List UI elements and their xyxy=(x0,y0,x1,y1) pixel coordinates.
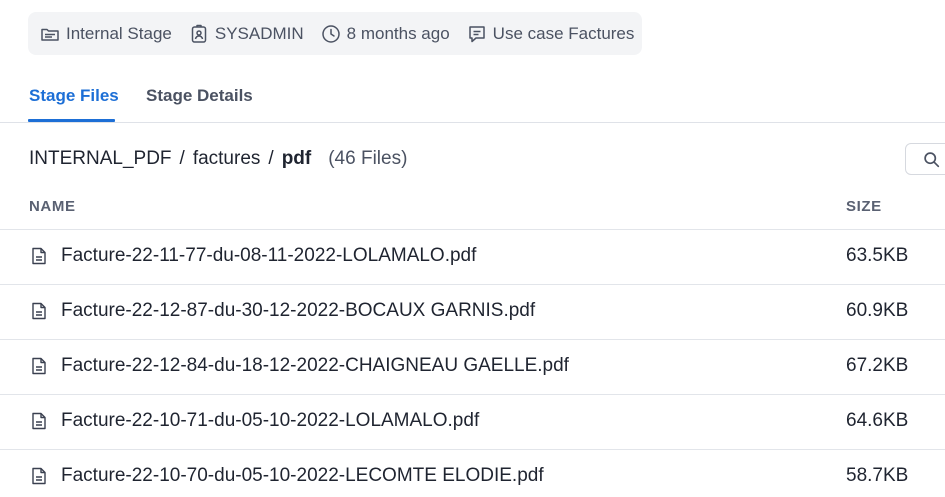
stage-browser: Internal Stage SYSADMIN 8 months ago Use… xyxy=(0,0,945,497)
breadcrumb-current-folder: pdf xyxy=(281,148,312,169)
stage-owner: SYSADMIN xyxy=(189,24,304,44)
table-row[interactable]: Facture-22-12-87-du-30-12-2022-BOCAUX GA… xyxy=(0,285,945,340)
file-icon xyxy=(32,467,46,485)
user-badge-icon xyxy=(191,24,207,43)
table-row[interactable]: Facture-22-12-84-du-18-12-2022-CHAIGNEAU… xyxy=(0,340,945,395)
stage-tabs: Stage Files Stage Details xyxy=(0,72,945,123)
file-icon xyxy=(32,412,46,430)
stage-comment-label: Use case Factures xyxy=(492,23,635,43)
tab-stage-details[interactable]: Stage Details xyxy=(146,86,253,106)
search-icon xyxy=(924,152,940,168)
file-name[interactable]: Facture-22-12-87-du-30-12-2022-BOCAUX GA… xyxy=(61,300,535,322)
breadcrumb-item-factures[interactable]: factures xyxy=(193,148,261,170)
active-tab-indicator xyxy=(28,119,115,122)
stage-icon xyxy=(41,28,59,41)
file-name[interactable]: Facture-22-11-77-du-08-11-2022-LOLAMALO.… xyxy=(61,245,476,267)
column-header-size[interactable]: SIZE xyxy=(846,198,882,215)
stage-type: Internal Stage xyxy=(40,24,172,44)
stage-type-label: Internal Stage xyxy=(66,23,172,43)
file-size: 67.2KB xyxy=(846,355,909,376)
file-icon xyxy=(32,357,46,375)
breadcrumb-item-internal-pdf[interactable]: INTERNAL_PDF xyxy=(29,148,172,170)
tab-stage-files[interactable]: Stage Files xyxy=(29,86,119,106)
breadcrumb: INTERNAL_PDF / factures / pdf (46 Files) xyxy=(29,148,407,170)
stage-modified: 8 months ago xyxy=(321,24,450,44)
table-row[interactable]: Facture-22-10-71-du-05-10-2022-LOLAMALO.… xyxy=(0,395,945,450)
column-header-name[interactable]: NAME xyxy=(29,198,76,215)
breadcrumb-separator: / xyxy=(268,148,274,169)
file-table-header: NAME SIZE xyxy=(0,184,945,230)
breadcrumb-separator: / xyxy=(179,148,185,169)
table-row[interactable]: Facture-22-11-77-du-08-11-2022-LOLAMALO.… xyxy=(0,230,945,285)
file-name[interactable]: Facture-22-10-71-du-05-10-2022-LOLAMALO.… xyxy=(61,410,479,432)
file-count: (46 Files) xyxy=(328,148,408,169)
file-icon xyxy=(32,302,46,320)
stage-modified-label: 8 months ago xyxy=(346,23,450,43)
file-name[interactable]: Facture-22-10-70-du-05-10-2022-LECOMTE E… xyxy=(61,465,544,487)
stage-owner-label: SYSADMIN xyxy=(214,23,304,43)
comment-icon xyxy=(468,25,485,42)
file-size: 63.5KB xyxy=(846,245,909,266)
search-button[interactable] xyxy=(905,143,945,175)
file-table-body: Facture-22-11-77-du-08-11-2022-LOLAMALO.… xyxy=(0,230,945,497)
file-size: 58.7KB xyxy=(846,465,909,486)
file-size: 64.6KB xyxy=(846,410,909,431)
table-row[interactable]: Facture-22-10-70-du-05-10-2022-LECOMTE E… xyxy=(0,450,945,497)
file-name[interactable]: Facture-22-12-84-du-18-12-2022-CHAIGNEAU… xyxy=(61,355,569,377)
file-size: 60.9KB xyxy=(846,300,909,321)
file-icon xyxy=(32,247,46,265)
clock-icon xyxy=(321,24,340,43)
stage-comment: Use case Factures xyxy=(467,23,635,44)
stage-meta-bar: Internal Stage SYSADMIN 8 months ago Use… xyxy=(28,12,642,55)
